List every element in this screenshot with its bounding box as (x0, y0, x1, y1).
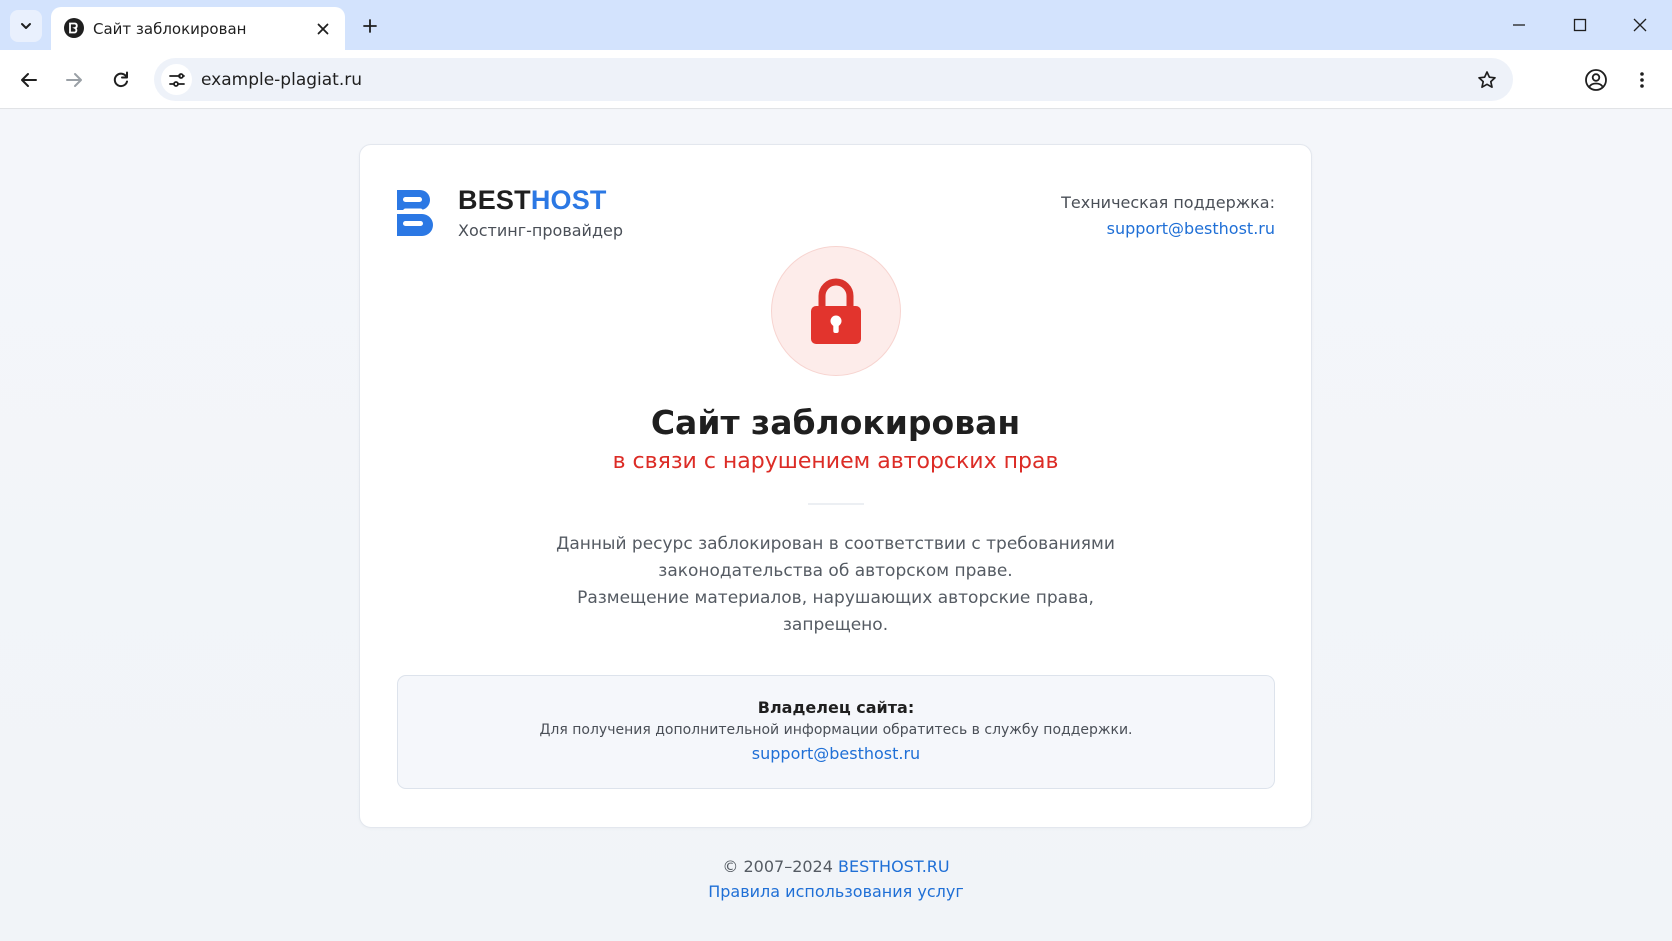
tab-close-button[interactable] (313, 19, 333, 39)
footer-copyright-line: © 2007–2024 BESTHOST.RU (0, 854, 1672, 879)
besthost-logo-icon (397, 190, 433, 236)
block-reason: в связи с нарушением авторских прав (612, 449, 1059, 474)
tab-strip: Сайт заблокирован (0, 0, 1672, 50)
description-line: Размещение материалов, нарушающих авторс… (577, 588, 1094, 608)
bookmark-button[interactable] (1473, 66, 1501, 94)
owner-notice-title: Владелец сайта: (757, 698, 915, 717)
owner-notice-text: Для получения дополнительной информации … (539, 722, 1133, 738)
footer-site-link[interactable]: BESTHOST.RU (838, 857, 950, 876)
description-line: Данный ресурс заблокирован в соответстви… (556, 534, 1115, 554)
tab-title: Сайт заблокирован (93, 20, 247, 38)
reload-button[interactable] (105, 64, 137, 96)
profile-button[interactable] (1580, 64, 1612, 96)
page-footer: © 2007–2024 BESTHOST.RU Правила использо… (0, 854, 1672, 904)
close-icon (1633, 18, 1647, 32)
footer-copyright: © 2007–2024 (722, 857, 833, 876)
close-window-button[interactable] (1610, 0, 1670, 50)
star-icon (1478, 71, 1496, 89)
minimize-icon (1513, 24, 1525, 26)
forward-button[interactable] (58, 64, 90, 96)
support-contact: Техническая поддержка: support@besthost.… (1061, 193, 1275, 238)
tab-search-button[interactable] (10, 10, 42, 42)
support-label: Техническая поддержка: (1061, 193, 1275, 212)
back-button[interactable] (13, 64, 45, 96)
description-line: законодательства об авторском праве. (658, 561, 1013, 581)
owner-support-email-link[interactable]: support@besthost.ru (752, 744, 920, 763)
maximize-icon (1573, 18, 1587, 32)
tune-icon (168, 72, 185, 87)
footer-terms-line: Правила использования услуг (0, 879, 1672, 904)
brand-name-best: BEST (458, 185, 531, 215)
besthost-favicon-icon (64, 18, 84, 38)
block-description: Данный ресурс заблокирован в соответстви… (360, 531, 1311, 639)
reload-icon (113, 71, 128, 88)
page-viewport: BESTHOST Хостинг-провайдер Техническая п… (0, 110, 1672, 941)
brand-tagline: Хостинг-провайдер (458, 221, 624, 240)
lock-icon (811, 278, 861, 344)
owner-notice-box: Владелец сайта: Для получения дополнител… (397, 675, 1275, 789)
chevron-down-icon (21, 23, 31, 29)
brand-name-host: HOST (530, 185, 607, 215)
new-tab-button[interactable] (356, 12, 384, 40)
lock-badge (771, 246, 901, 376)
blocked-notice-card: BESTHOST Хостинг-провайдер Техническая п… (359, 144, 1312, 828)
url-text[interactable]: example-plagiat.ru (201, 70, 362, 90)
minimize-window-button[interactable] (1489, 0, 1549, 50)
address-bar[interactable]: example-plagiat.ru (154, 58, 1513, 101)
browser-toolbar: example-plagiat.ru (0, 50, 1672, 109)
plus-icon (363, 19, 377, 33)
arrow-right-icon (66, 73, 82, 87)
browser-menu-button[interactable] (1626, 64, 1658, 96)
divider (808, 503, 864, 505)
site-info-button[interactable] (161, 64, 192, 95)
footer-terms-link[interactable]: Правила использования услуг (708, 882, 964, 901)
maximize-window-button[interactable] (1550, 0, 1610, 50)
brand-name: BESTHOST (458, 185, 607, 216)
description-line: запрещено. (782, 615, 889, 635)
page-title: Сайт заблокирован (650, 403, 1021, 442)
browser-tab[interactable]: Сайт заблокирован (51, 7, 345, 50)
arrow-left-icon (21, 73, 37, 87)
more-vertical-icon (1640, 72, 1644, 88)
support-email-link[interactable]: support@besthost.ru (1061, 219, 1275, 238)
account-circle-icon (1585, 69, 1607, 91)
close-icon (317, 23, 329, 35)
